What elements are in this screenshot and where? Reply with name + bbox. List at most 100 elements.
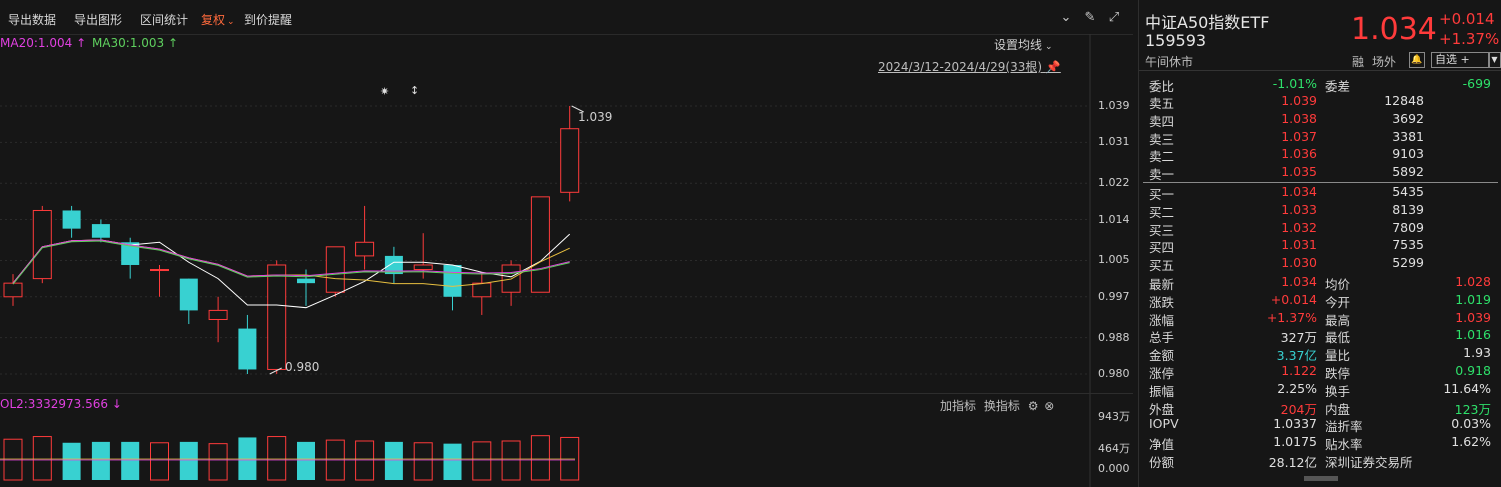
stat-value: 1.039 [1455, 309, 1491, 325]
stat-value: 28.12亿 [1268, 455, 1317, 470]
level-price[interactable]: 1.035 [1281, 164, 1317, 179]
stat-value: 2.25% [1277, 380, 1317, 396]
add-indicator-button[interactable]: 加指标 [940, 399, 976, 413]
level-label: 买二 [1149, 204, 1175, 220]
candle-body [62, 210, 81, 229]
market-status: 午间休市 [1145, 55, 1194, 69]
volume-bar [267, 436, 287, 481]
volume-bar [297, 441, 315, 480]
price-change: +0.014 [1439, 10, 1495, 28]
level-price[interactable]: 1.034 [1281, 184, 1317, 199]
volume-bar [121, 441, 140, 480]
stat-value: 1.019 [1455, 291, 1491, 307]
candle-body [472, 282, 492, 298]
stat-label: 最高 [1325, 312, 1351, 328]
offmarket-link[interactable]: 场外 [1372, 53, 1396, 70]
stat-label: 最低 [1325, 330, 1351, 346]
stat-label: 外盘 [1149, 401, 1175, 417]
bid-row: 买四 1.031 7535 [1149, 237, 1499, 256]
level-label: 卖五 [1149, 96, 1175, 111]
stats-row: 涨幅 +1.37% 最高 1.039 [1149, 309, 1499, 328]
candle-body [355, 241, 375, 257]
stat-label: 深圳证券交易所 [1325, 455, 1413, 470]
volume-tick-label: 0.000 [1098, 462, 1130, 475]
candle-body [560, 128, 580, 193]
weibi-row: 委比 -1.01% 委差 -699 [1149, 76, 1499, 94]
level-label: 卖四 [1149, 113, 1175, 129]
level-price[interactable]: 1.036 [1281, 146, 1317, 161]
quote-panel: 中证A50指数ETF 159593 1.034 +0.014 +1.37% 午间… [1138, 0, 1501, 487]
panel-scroll-handle[interactable] [1304, 476, 1338, 481]
volume-tick-label: 943万 [1098, 410, 1130, 423]
ask-row: 卖四 1.038 3692 [1149, 111, 1499, 129]
level-price[interactable]: 1.030 [1281, 255, 1317, 270]
level-price[interactable]: 1.039 [1281, 93, 1317, 108]
gear-icon[interactable]: ⚙ [1028, 399, 1039, 413]
stat-label: 今开 [1325, 294, 1351, 310]
ma10-line [12, 239, 570, 287]
stat-label: 内盘 [1325, 401, 1351, 417]
ask-row: 卖一 1.035 5892 [1149, 164, 1499, 182]
level-price[interactable]: 1.031 [1281, 237, 1317, 252]
candle-body [267, 264, 287, 370]
volume-bar [472, 441, 492, 481]
ask-row: 卖三 1.037 3381 [1149, 128, 1499, 147]
close-icon[interactable]: ⊗ [1044, 399, 1054, 413]
level-price[interactable]: 1.032 [1281, 220, 1317, 235]
stat-label: 贴水率 [1325, 437, 1363, 453]
stat-value: 11.64% [1443, 380, 1491, 396]
level-price[interactable]: 1.038 [1281, 111, 1317, 126]
level-label: 卖二 [1149, 149, 1175, 165]
stat-label: 净值 [1149, 437, 1175, 453]
candle-body [297, 278, 315, 284]
add-watchlist-button[interactable]: 自选 + [1431, 52, 1490, 68]
candle-body [443, 264, 462, 297]
level-price[interactable]: 1.033 [1281, 202, 1317, 217]
security-name: 中证A50指数ETF [1145, 13, 1270, 32]
level-volume: 5892 [1392, 164, 1424, 180]
volume-bar [443, 443, 462, 480]
stat-label: 换手 [1325, 383, 1351, 399]
watchlist-dropdown-icon[interactable]: ▼ [1488, 52, 1501, 68]
volume-bar [179, 441, 198, 480]
stat-label: 份额 [1149, 455, 1175, 470]
switch-indicator-button[interactable]: 换指标 [984, 399, 1020, 413]
level-volume: 9103 [1392, 146, 1424, 162]
stat-label: 金额 [1149, 348, 1175, 364]
volume-bar [91, 441, 110, 480]
stat-label: 振幅 [1149, 383, 1175, 399]
stat-value: 1.93 [1463, 345, 1491, 361]
level-price[interactable]: 1.037 [1281, 129, 1317, 144]
stat-value: 3.37亿 [1276, 348, 1317, 364]
candle-body [530, 196, 550, 293]
stat-label: 溢折率 [1325, 419, 1363, 435]
volume-bar [32, 436, 52, 481]
stats-row: 涨停 1.122 跌停 0.918 [1149, 363, 1499, 381]
volume-bar [355, 440, 375, 481]
candle-body [238, 328, 257, 370]
margin-badge: 融 [1352, 55, 1365, 69]
bell-icon[interactable]: 🔔 [1409, 52, 1425, 68]
ma30-line [12, 240, 570, 285]
volume-bar [413, 442, 433, 481]
level-label: 卖三 [1149, 131, 1175, 147]
volume-bar [501, 440, 521, 481]
level-label: 买五 [1149, 258, 1175, 274]
weibi-value: -1.01% [1272, 76, 1317, 91]
stats-row: 振幅 2.25% 换手 11.64% [1149, 380, 1499, 399]
stat-value: +1.37% [1266, 309, 1317, 325]
stats-row: 份额 28.12亿 深圳证券交易所 [1149, 452, 1499, 470]
stat-label: 最新 [1149, 277, 1175, 292]
candle-body [325, 246, 345, 293]
stats-row: 金额 3.37亿 量比 1.93 [1149, 345, 1499, 364]
level-label: 买四 [1149, 240, 1175, 256]
volume-value: OL2:3332973.566 [0, 397, 108, 411]
stats-row: 最新 1.034 均价 1.028 [1149, 274, 1499, 292]
level-volume: 3381 [1392, 128, 1424, 144]
stats-row: 净值 1.0175 贴水率 1.62% [1149, 434, 1499, 453]
stat-label: 量比 [1325, 348, 1351, 364]
level-volume: 5299 [1392, 255, 1424, 271]
stat-label: 涨停 [1149, 366, 1175, 381]
volume-bar [62, 442, 81, 480]
stat-value: 327万 [1280, 330, 1317, 346]
